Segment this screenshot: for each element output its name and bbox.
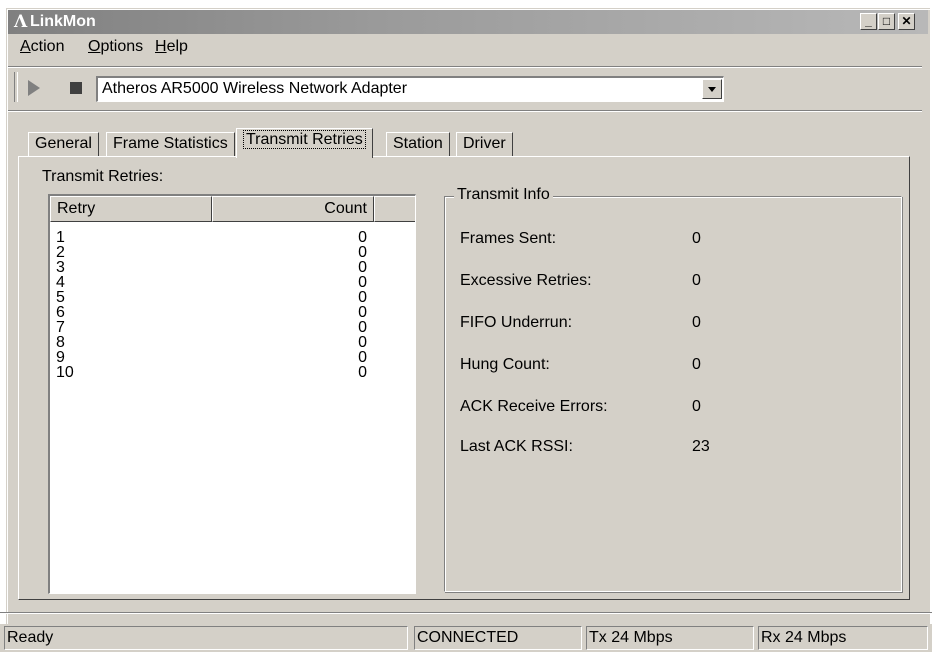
table-row[interactable]: 40 xyxy=(50,275,415,291)
transmit-info-group xyxy=(444,196,902,592)
table-row[interactable]: 10 xyxy=(50,230,415,246)
close-button[interactable]: ✕ xyxy=(898,13,915,30)
transmit-retries-label: Transmit Retries: xyxy=(42,168,164,185)
fifo-underrun-label: FIFO Underrun: xyxy=(460,314,573,331)
retries-list[interactable]: Retry Count 10 20 30 40 50 60 70 80 90 1… xyxy=(48,194,416,594)
table-row[interactable]: 20 xyxy=(50,245,415,261)
ack-receive-errors-label: ACK Receive Errors: xyxy=(460,398,608,415)
adapter-select-value: Atheros AR5000 Wireless Network Adapter xyxy=(102,80,408,97)
maximize-button[interactable]: □ xyxy=(878,13,895,30)
stop-icon[interactable] xyxy=(70,82,82,94)
menu-options[interactable]: Options xyxy=(88,38,143,56)
title-bar[interactable]: Λ LinkMon _ □ ✕ xyxy=(8,10,928,34)
column-header-count[interactable]: Count xyxy=(212,196,374,222)
tab-transmit-retries[interactable]: Transmit Retries xyxy=(236,128,373,158)
chevron-down-icon[interactable] xyxy=(702,79,722,99)
minimize-button[interactable]: _ xyxy=(860,13,877,30)
transmit-info-title: Transmit Info xyxy=(454,186,553,204)
table-row[interactable]: 60 xyxy=(50,305,415,321)
status-message: Ready xyxy=(4,626,408,650)
frames-sent-value: 0 xyxy=(692,230,701,247)
hung-count-label: Hung Count: xyxy=(460,356,550,373)
menu-help[interactable]: Help xyxy=(155,38,188,56)
column-header-retry[interactable]: Retry xyxy=(50,196,212,222)
last-ack-rssi-label: Last ACK RSSI: xyxy=(460,438,573,455)
adapter-select[interactable]: Atheros AR5000 Wireless Network Adapter xyxy=(96,76,724,102)
status-connection: CONNECTED xyxy=(414,626,582,650)
status-rx-rate: Rx 24 Mbps xyxy=(758,626,928,650)
status-bar: Ready CONNECTED Tx 24 Mbps Rx 24 Mbps xyxy=(0,624,932,652)
tab-frame-statistics[interactable]: Frame Statistics xyxy=(106,132,235,156)
window-title: LinkMon xyxy=(30,13,96,30)
table-row[interactable]: 10 0 xyxy=(50,365,415,381)
menu-action[interactable]: Action xyxy=(20,38,64,56)
tab-station[interactable]: Station xyxy=(386,132,450,156)
table-row[interactable]: 30 xyxy=(50,260,415,276)
status-tx-rate: Tx 24 Mbps xyxy=(586,626,754,650)
play-icon[interactable] xyxy=(28,80,40,96)
toolbar-divider xyxy=(8,66,922,68)
table-row[interactable]: 70 xyxy=(50,320,415,336)
fifo-underrun-value: 0 xyxy=(692,314,701,331)
column-header-filler xyxy=(374,196,415,222)
toolbar-grip[interactable] xyxy=(14,72,18,102)
app-logo-icon: Λ xyxy=(14,12,28,32)
table-row[interactable]: 90 xyxy=(50,350,415,366)
frames-sent-label: Frames Sent: xyxy=(460,230,557,247)
tab-driver[interactable]: Driver xyxy=(456,132,513,156)
last-ack-rssi-value: 23 xyxy=(692,438,710,455)
excessive-retries-value: 0 xyxy=(692,272,701,289)
table-row[interactable]: 80 xyxy=(50,335,415,351)
excessive-retries-label: Excessive Retries: xyxy=(460,272,592,289)
ack-receive-errors-value: 0 xyxy=(692,398,701,415)
list-header: Retry Count xyxy=(50,196,415,222)
toolbar-bottom-divider xyxy=(8,110,922,112)
window-bottom-edge xyxy=(0,612,932,614)
tab-general[interactable]: General xyxy=(28,132,99,156)
table-row[interactable]: 50 xyxy=(50,290,415,306)
hung-count-value: 0 xyxy=(692,356,701,373)
